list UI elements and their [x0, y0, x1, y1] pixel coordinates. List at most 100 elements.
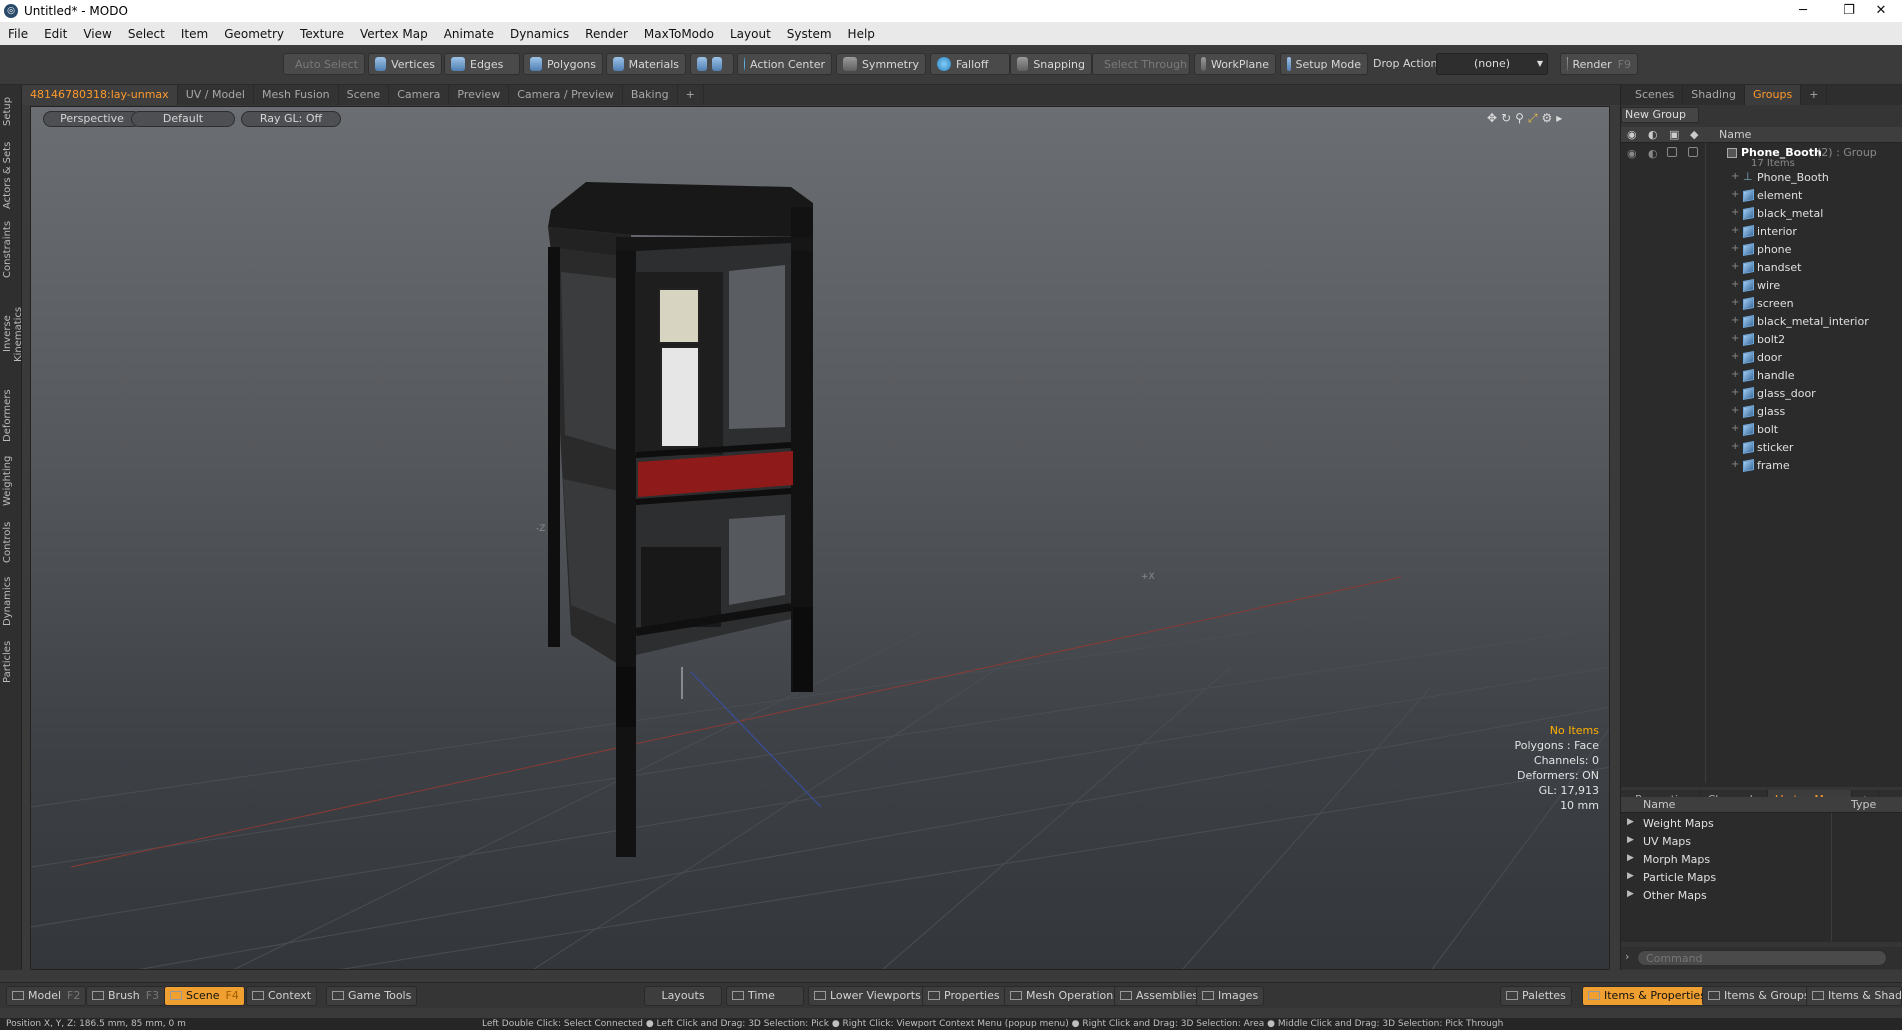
- add-tab-button[interactable]: +: [1801, 85, 1828, 105]
- vmap-weight-maps[interactable]: ▶ Weight Maps: [1621, 815, 1833, 833]
- drop-action-select[interactable]: (none) ▼: [1436, 53, 1548, 75]
- snapping-button[interactable]: Snapping: [1010, 53, 1092, 75]
- vmap-particle-maps[interactable]: ▶ Particle Maps: [1621, 869, 1833, 887]
- list-item[interactable]: + glass: [1621, 403, 1902, 421]
- list-item[interactable]: + bolt2: [1621, 331, 1902, 349]
- items-groups-button[interactable]: Items & Groups: [1702, 986, 1816, 1006]
- menu-system[interactable]: System: [779, 27, 840, 41]
- setup-mode-button[interactable]: Setup Mode: [1280, 53, 1368, 75]
- menu-maxtomodo[interactable]: MaxToModo: [636, 27, 722, 41]
- command-input[interactable]: [1637, 950, 1887, 966]
- group-row-phone-booth[interactable]: ◉ ◐ Phone_Booth (2) : Group 17 Items: [1621, 145, 1902, 171]
- list-item[interactable]: + phone: [1621, 241, 1902, 259]
- list-item[interactable]: + element: [1621, 187, 1902, 205]
- mesh-operations-button[interactable]: Mesh Operations: [1004, 986, 1125, 1006]
- vmap-uv-maps[interactable]: ▶ UV Maps: [1621, 833, 1833, 851]
- menu-texture[interactable]: Texture: [292, 27, 352, 41]
- menu-animate[interactable]: Animate: [436, 27, 502, 41]
- menu-file[interactable]: File: [0, 27, 36, 41]
- list-item[interactable]: + black_metal_interior: [1621, 313, 1902, 331]
- tab-inverse-kinematics[interactable]: Inverse Kinematics: [2, 288, 24, 380]
- tab-weighting[interactable]: Weighting: [2, 453, 20, 509]
- action-center-button[interactable]: Action Center: [737, 53, 832, 75]
- menu-item[interactable]: Item: [173, 27, 216, 41]
- tab-particles[interactable]: Particles: [2, 636, 20, 688]
- layouts-button[interactable]: Layouts: [644, 986, 722, 1006]
- list-item[interactable]: + sticker: [1621, 439, 1902, 457]
- visibility-eye-icon[interactable]: ◉: [1627, 147, 1637, 160]
- new-group-button[interactable]: New Group: [1621, 107, 1699, 123]
- tab-actors-sets[interactable]: Actors & Sets: [2, 140, 20, 210]
- select-toggle-icon[interactable]: ◆: [1690, 128, 1698, 141]
- tab-controls[interactable]: Controls: [2, 518, 20, 566]
- vertices-button[interactable]: Vertices: [368, 53, 442, 75]
- tab-groups[interactable]: Groups: [1744, 85, 1802, 105]
- render-visibility-icon[interactable]: ◐: [1648, 147, 1658, 160]
- falloff-button[interactable]: Falloff: [930, 53, 1010, 75]
- vmap-morph-maps[interactable]: ▶ Morph Maps: [1621, 851, 1833, 869]
- tab-shading[interactable]: Shading: [1683, 85, 1745, 105]
- images-button[interactable]: Images: [1196, 986, 1265, 1006]
- vmap-other-maps[interactable]: ▶ Other Maps: [1621, 887, 1833, 905]
- add-tab-button[interactable]: +: [678, 85, 704, 105]
- list-item[interactable]: + screen: [1621, 295, 1902, 313]
- menu-render[interactable]: Render: [577, 27, 636, 41]
- 3d-viewport[interactable]: Perspective Default Ray GL: Off ✥↻⚲⤢⚙▸ -…: [30, 106, 1610, 970]
- items-shading-button[interactable]: Items & Shading: [1806, 986, 1902, 1006]
- game-tools-layout-button[interactable]: Game Tools: [326, 986, 418, 1006]
- list-item[interactable]: + handset: [1621, 259, 1902, 277]
- list-item[interactable]: + ⊥ Phone_Booth: [1621, 169, 1902, 187]
- edges-button[interactable]: Edges: [444, 53, 520, 75]
- close-button[interactable]: ✕: [1858, 0, 1902, 22]
- expand-arrow-icon[interactable]: ▶: [1627, 835, 1634, 845]
- menu-layout[interactable]: Layout: [722, 27, 779, 41]
- expand-arrow-icon[interactable]: ▶: [1627, 889, 1634, 899]
- minimize-button[interactable]: ─: [1780, 0, 1826, 22]
- menu-vertex-map[interactable]: Vertex Map: [352, 27, 436, 41]
- lock-icon[interactable]: ▣: [1669, 128, 1679, 141]
- list-item[interactable]: + door: [1621, 349, 1902, 367]
- list-item[interactable]: + black_metal: [1621, 205, 1902, 223]
- select-through-button[interactable]: Select Through: [1092, 53, 1190, 75]
- polygons-button[interactable]: Polygons: [523, 53, 603, 75]
- tab-baking[interactable]: Baking: [623, 85, 678, 105]
- tab-preview[interactable]: Preview: [449, 85, 510, 105]
- expand-arrow-icon[interactable]: ▶: [1627, 817, 1634, 827]
- assemblies-button[interactable]: Assemblies: [1114, 986, 1205, 1006]
- tab-scenes[interactable]: Scenes: [1621, 85, 1684, 105]
- list-item[interactable]: + interior: [1621, 223, 1902, 241]
- list-item[interactable]: + handle: [1621, 367, 1902, 385]
- eye-icon[interactable]: ◉: [1627, 128, 1637, 141]
- model-layout-button[interactable]: Model F2: [6, 986, 87, 1006]
- expand-arrow-icon[interactable]: ▶: [1627, 871, 1634, 881]
- lock-checkbox[interactable]: [1667, 147, 1677, 157]
- tab-uv-model[interactable]: UV / Model: [178, 85, 254, 105]
- tab-camera-preview[interactable]: Camera / Preview: [509, 85, 623, 105]
- tab-scene[interactable]: Scene: [339, 85, 390, 105]
- expand-arrow-icon[interactable]: ▶: [1627, 853, 1634, 863]
- list-item[interactable]: + frame: [1621, 457, 1902, 475]
- palettes-button[interactable]: Palettes: [1500, 986, 1572, 1006]
- scene-layout-button[interactable]: Scene F4: [164, 986, 245, 1006]
- render-toggle-icon[interactable]: ◐: [1648, 128, 1658, 141]
- menu-geometry[interactable]: Geometry: [216, 27, 292, 41]
- brush-layout-button[interactable]: Brush F3: [86, 986, 166, 1006]
- tab-layout-unmax[interactable]: 48146780318:lay-unmax: [22, 85, 178, 105]
- select-checkbox[interactable]: [1688, 147, 1698, 157]
- tab-camera[interactable]: Camera: [389, 85, 450, 105]
- render-button[interactable]: Render F9: [1560, 53, 1638, 75]
- tab-dynamics[interactable]: Dynamics: [2, 575, 20, 627]
- materials-button[interactable]: Materials: [606, 53, 686, 75]
- properties-button[interactable]: Properties: [922, 986, 1006, 1006]
- tab-setup[interactable]: Setup: [2, 91, 20, 131]
- list-item[interactable]: + bolt: [1621, 421, 1902, 439]
- list-item[interactable]: + wire: [1621, 277, 1902, 295]
- context-layout-button[interactable]: Context: [246, 986, 318, 1006]
- tab-mesh-fusion[interactable]: Mesh Fusion: [254, 85, 339, 105]
- tab-deformers[interactable]: Deformers: [2, 388, 20, 444]
- menu-edit[interactable]: Edit: [36, 27, 75, 41]
- list-item[interactable]: + glass_door: [1621, 385, 1902, 403]
- items-properties-button[interactable]: Items & Properties: [1582, 986, 1712, 1006]
- menu-dynamics[interactable]: Dynamics: [502, 27, 577, 41]
- time-button[interactable]: Time: [726, 986, 804, 1006]
